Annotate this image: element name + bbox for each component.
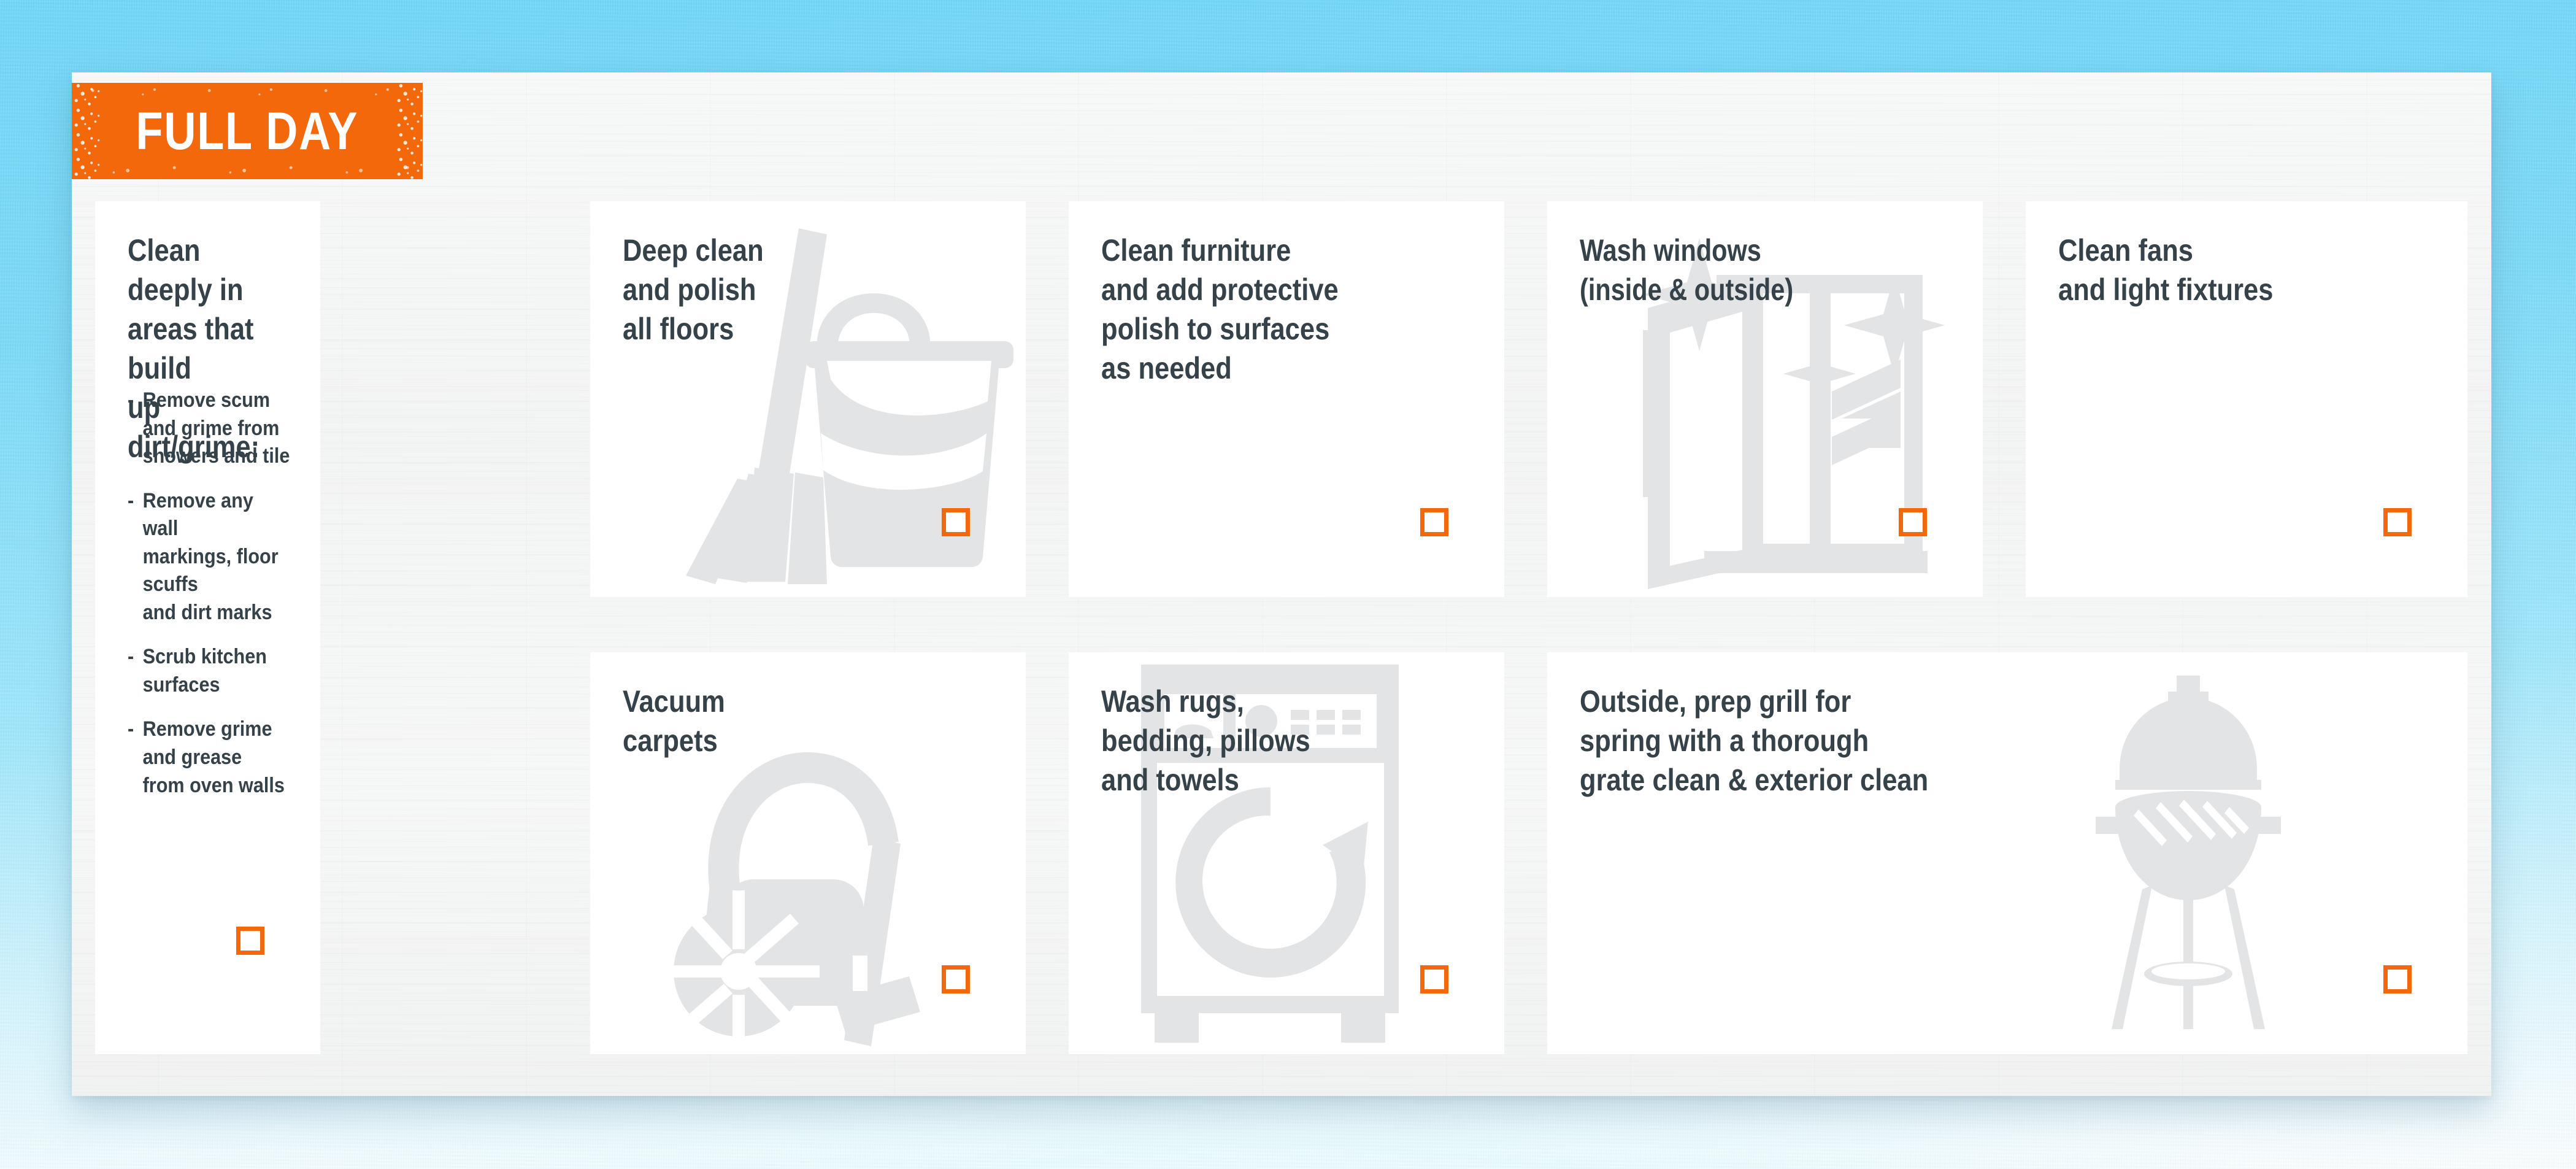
- task-checkbox[interactable]: [1899, 508, 1927, 536]
- card-title: Clean furniture and add protective polis…: [1101, 233, 1339, 385]
- task-card-wash-windows[interactable]: Wash windows (inside & outside): [1547, 201, 1983, 597]
- bullet-dash-icon: -: [128, 488, 134, 512]
- list-item: - Remove grime and grease from oven wall…: [128, 716, 291, 800]
- bullet-dash-icon: -: [128, 388, 134, 412]
- card-title: Outside, prep grill for spring with a th…: [1580, 684, 1929, 797]
- list-item: - Scrub kitchen surfaces: [128, 643, 291, 699]
- task-card-clean-fans[interactable]: Clean fans and light fixtures: [2026, 201, 2467, 597]
- banner-label: FULL DAY: [136, 101, 359, 161]
- bullet-text: Scrub kitchen surfaces: [142, 645, 267, 696]
- card-title: Wash windows (inside & outside): [1580, 233, 1794, 307]
- task-card-vacuum-carpets[interactable]: Vacuum carpets: [590, 652, 1026, 1054]
- task-checkbox[interactable]: [2383, 965, 2412, 993]
- task-card-prep-grill[interactable]: Outside, prep grill for spring with a th…: [1547, 652, 2467, 1054]
- list-item: - Remove any wall markings, floor scuffs…: [128, 487, 291, 627]
- task-checkbox[interactable]: [1420, 965, 1448, 993]
- bullet-dash-icon: -: [128, 645, 134, 669]
- card-bullet-list: - Remove scum and grime from showers and…: [128, 387, 291, 816]
- task-card-deep-clean-areas[interactable]: Clean deeply in areas that build up dirt…: [95, 201, 320, 1054]
- task-card-deep-clean-floors[interactable]: Deep clean and polish all floors: [590, 201, 1026, 597]
- list-item: - Remove scum and grime from showers and…: [128, 387, 291, 471]
- card-title: Clean fans and light fixtures: [2058, 233, 2274, 307]
- bullet-text: Remove grime and grease from oven walls: [142, 717, 285, 797]
- card-title: Wash rugs, bedding, pillows and towels: [1101, 684, 1310, 797]
- task-checkbox[interactable]: [2383, 508, 2412, 536]
- task-checkbox[interactable]: [1420, 508, 1448, 536]
- task-checkbox[interactable]: [942, 508, 970, 536]
- task-card-wash-rugs[interactable]: Wash rugs, bedding, pillows and towels: [1069, 652, 1504, 1054]
- bullet-text: Remove scum and grime from showers and t…: [142, 388, 290, 468]
- task-checkbox[interactable]: [942, 965, 970, 993]
- task-checkbox[interactable]: [236, 927, 264, 955]
- wood-board-panel: FULL DAY Clean deeply in areas that buil…: [72, 72, 2491, 1096]
- full-day-banner: FULL DAY: [72, 83, 423, 179]
- bullet-dash-icon: -: [128, 717, 134, 741]
- card-title: Vacuum carpets: [623, 684, 725, 758]
- task-card-clean-furniture[interactable]: Clean furniture and add protective polis…: [1069, 201, 1504, 597]
- card-title: Deep clean and polish all floors: [623, 233, 764, 346]
- bullet-text: Remove any wall markings, floor scuffs a…: [142, 488, 279, 624]
